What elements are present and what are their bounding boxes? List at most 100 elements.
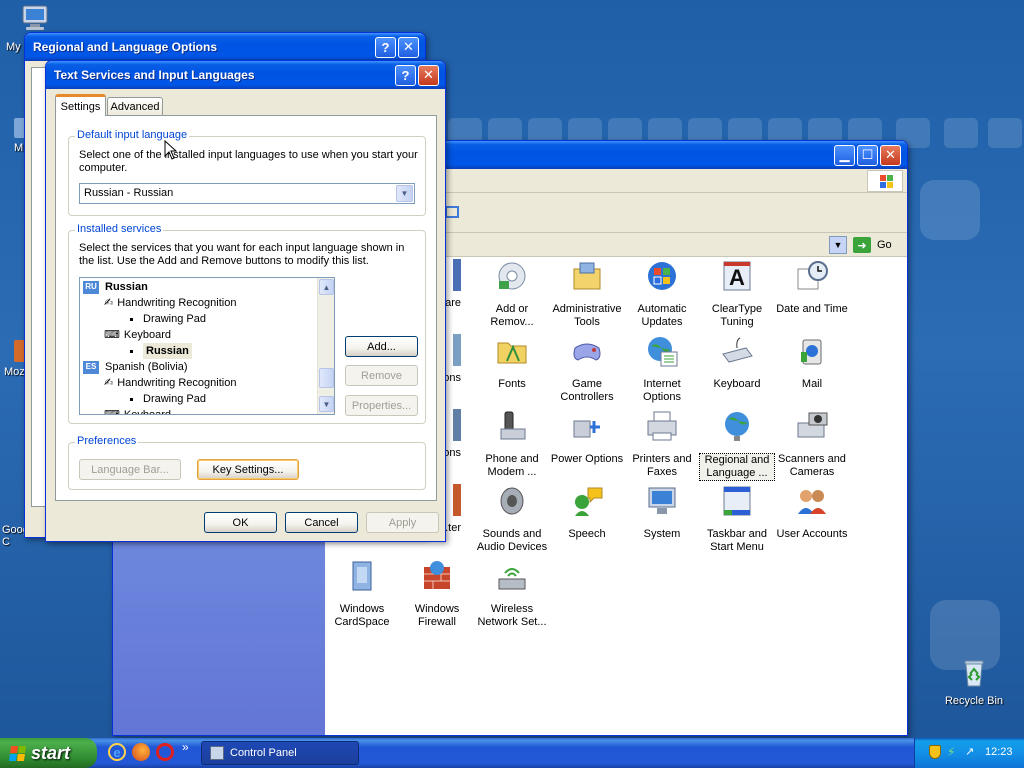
- bullet-icon: [130, 349, 133, 353]
- installed-services-tree[interactable]: RU Russian ✍ Handwriting Recognition Dra…: [79, 277, 335, 415]
- phone-icon: [500, 411, 526, 440]
- quick-launch: e »: [108, 740, 198, 763]
- close-icon: ✕: [423, 67, 434, 82]
- default-language-group: Default input language Select one of the…: [68, 129, 426, 216]
- cp-item-wireless-network[interactable]: Wireless Network Set...: [474, 559, 550, 629]
- cp-item-keyboard[interactable]: Keyboard: [699, 334, 775, 391]
- close-button[interactable]: ✕: [398, 36, 419, 58]
- taskbar-button-control-panel[interactable]: Control Panel: [201, 741, 359, 765]
- scroll-down-button[interactable]: ▼: [319, 396, 334, 412]
- cp-item-phone-modem[interactable]: Phone and Modem ...: [474, 409, 550, 479]
- tree-scrollbar[interactable]: ▲ ▼: [317, 278, 334, 414]
- cp-item-windows-firewall[interactable]: Windows Firewall: [399, 559, 475, 629]
- users-icon: [798, 490, 826, 514]
- network-icon[interactable]: ⚡: [947, 745, 961, 759]
- cp-item-internet-options[interactable]: Internet Options: [624, 334, 700, 404]
- tab-settings-label: Settings: [60, 100, 101, 113]
- tree-item-service[interactable]: ✍ Handwriting Recognition: [104, 375, 236, 391]
- tree-item-subservice[interactable]: Drawing Pad: [130, 391, 206, 407]
- tab-advanced-label: Advanced: [110, 101, 160, 113]
- cp-item-administrative-tools[interactable]: Administrative Tools: [549, 259, 625, 329]
- fonts-folder-icon: [497, 342, 527, 364]
- start-label: start: [31, 742, 71, 763]
- cp-item-speech[interactable]: Speech: [549, 484, 625, 541]
- help-button[interactable]: ?: [395, 64, 416, 86]
- tree-item-language[interactable]: ES Spanish (Bolivia): [83, 359, 188, 375]
- cp-item-system[interactable]: System: [624, 484, 700, 541]
- recycle-bin-icon: [964, 660, 984, 687]
- key-settings-button[interactable]: Key Settings...: [197, 459, 299, 480]
- tree-item-service[interactable]: ⌨ Keyboard: [104, 327, 171, 343]
- cp-item-scanners-cameras[interactable]: Scanners and Cameras: [774, 409, 850, 479]
- help-button[interactable]: ?: [375, 36, 396, 58]
- cp-item-game-controllers[interactable]: Game Controllers: [549, 334, 625, 404]
- safely-remove-icon[interactable]: ↗: [965, 745, 977, 759]
- installed-services-description: Select the services that you want for ea…: [79, 242, 405, 267]
- control-panel-icon: [210, 746, 224, 760]
- settings-tab-page: Default input language Select one of the…: [55, 115, 437, 501]
- start-button[interactable]: start: [0, 738, 97, 768]
- cp-item-taskbar-start-menu[interactable]: Taskbar and Start Menu: [699, 484, 775, 554]
- partial-icon: [453, 334, 461, 366]
- text-services-titlebar[interactable]: Text Services and Input Languages ? ✕: [46, 61, 445, 89]
- window-title: Regional and Language Options: [33, 40, 218, 54]
- cp-item-sounds-audio[interactable]: Sounds and Audio Devices: [474, 484, 550, 554]
- cp-item-regional-language[interactable]: Regional and Language ...: [699, 409, 775, 481]
- add-remove-programs-icon: [498, 262, 526, 290]
- more-chevron-icon[interactable]: »: [182, 740, 189, 754]
- default-language-select[interactable]: Russian - Russian ▼: [79, 183, 415, 204]
- security-shield-icon[interactable]: [929, 745, 941, 759]
- dropdown-button[interactable]: ▼: [396, 185, 413, 202]
- tab-advanced[interactable]: Advanced: [107, 97, 163, 116]
- wireless-icon: [498, 568, 526, 590]
- keyboard-icon: ⌨: [104, 409, 120, 415]
- close-button[interactable]: ✕: [418, 64, 439, 86]
- cp-item-mail[interactable]: Mail: [774, 334, 850, 391]
- firefox-icon[interactable]: [132, 743, 150, 761]
- desktop-icon-recycle-bin[interactable]: Recycle Bin: [936, 656, 1012, 707]
- keyboard-icon: ⌨: [104, 329, 120, 341]
- bullet-icon: [130, 317, 133, 321]
- group-legend: Installed services: [75, 223, 164, 235]
- chevron-down-icon: ▼: [322, 399, 331, 409]
- cp-item-user-accounts[interactable]: User Accounts: [774, 484, 850, 541]
- mouse-cursor-icon: [164, 140, 178, 160]
- language-bar-button[interactable]: Language Bar...: [79, 459, 181, 480]
- scroll-up-button[interactable]: ▲: [319, 279, 334, 295]
- tree-item-language[interactable]: RU Russian: [83, 279, 148, 295]
- installed-services-group: Installed services Select the services t…: [68, 223, 426, 424]
- tab-settings[interactable]: Settings: [55, 94, 106, 116]
- chevron-down-icon: ▼: [400, 189, 409, 198]
- tree-item-service[interactable]: ✍ Handwriting Recognition: [104, 295, 236, 311]
- properties-button[interactable]: Properties...: [345, 395, 418, 416]
- cp-item-date-time[interactable]: Date and Time: [774, 259, 850, 316]
- cp-item-cleartype-tuning[interactable]: A ClearType Tuning: [699, 259, 775, 329]
- cp-item-windows-cardspace[interactable]: Windows CardSpace: [324, 559, 400, 629]
- camera-icon: [797, 412, 828, 438]
- cp-item-printers-faxes[interactable]: Printers and Faxes: [624, 409, 700, 479]
- administrative-tools-icon: [573, 262, 601, 290]
- apply-button[interactable]: Apply: [366, 512, 439, 533]
- scroll-thumb[interactable]: [319, 368, 334, 388]
- tree-item-subservice[interactable]: Drawing Pad: [130, 311, 206, 327]
- dialog-title: Text Services and Input Languages: [54, 68, 255, 82]
- partial-icon: [453, 484, 461, 516]
- tree-item-service[interactable]: ⌨ Keyboard: [104, 407, 171, 415]
- ok-button[interactable]: OK: [204, 512, 277, 533]
- default-language-description: Select one of the installed input langua…: [79, 149, 418, 174]
- internet-explorer-icon[interactable]: e: [108, 743, 126, 761]
- tree-item-subservice-selected[interactable]: Russian: [130, 343, 192, 359]
- cp-item-automatic-updates[interactable]: Automatic Updates: [624, 259, 700, 329]
- language-badge-icon: ES: [83, 360, 99, 374]
- cp-item-power-options[interactable]: Power Options: [549, 409, 625, 466]
- computer-icon: [22, 5, 48, 30]
- cancel-button[interactable]: Cancel: [285, 512, 358, 533]
- regional-language-titlebar[interactable]: Regional and Language Options ? ✕: [25, 33, 425, 61]
- opera-icon[interactable]: [156, 743, 174, 761]
- cp-item-fonts[interactable]: Fonts: [474, 334, 550, 391]
- globe-icon: [648, 337, 678, 367]
- close-icon: ✕: [403, 39, 414, 54]
- remove-button[interactable]: Remove: [345, 365, 418, 386]
- add-button[interactable]: Add...: [345, 336, 418, 357]
- cp-item-add-remove[interactable]: Add or Remov...: [474, 259, 550, 329]
